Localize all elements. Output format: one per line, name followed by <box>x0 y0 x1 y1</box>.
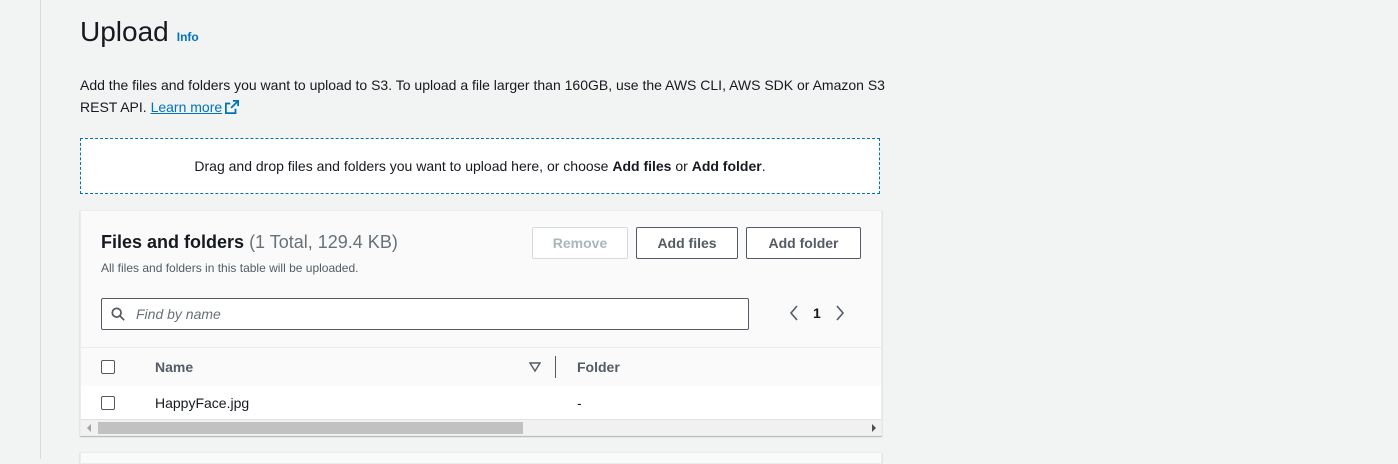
current-page-number[interactable]: 1 <box>813 305 821 321</box>
files-and-folders-panel: Files and folders (1 Total, 129.4 KB) Al… <box>80 210 882 436</box>
pagination: 1 <box>789 303 845 323</box>
remove-button[interactable]: Remove <box>532 227 628 259</box>
row-checkbox[interactable] <box>101 396 115 410</box>
dropzone-prefix: Drag and drop files and folders you want… <box>194 158 613 174</box>
search-icon <box>102 307 134 321</box>
column-header-folder[interactable]: Folder <box>577 359 620 375</box>
info-link[interactable]: Info <box>177 30 199 44</box>
panel-actions: Remove Add files Add folder <box>532 227 861 259</box>
panel-file-count: (1 Total, 129.4 KB) <box>249 232 398 252</box>
upload-dropzone[interactable]: Drag and drop files and folders you want… <box>80 138 880 194</box>
dropzone-text: Drag and drop files and folders you want… <box>194 158 765 174</box>
add-files-button[interactable]: Add files <box>636 227 738 259</box>
scrollbar-thumb[interactable] <box>98 422 523 434</box>
panel-subtitle: All files and folders in this table will… <box>101 261 359 275</box>
select-all-checkbox[interactable] <box>101 360 115 374</box>
learn-more-label: Learn more <box>150 99 223 115</box>
column-resize-divider[interactable] <box>555 356 556 378</box>
row-folder: - <box>577 395 582 411</box>
table-row: HappyFace.jpg - <box>81 386 881 419</box>
scroll-left-icon[interactable] <box>87 424 91 432</box>
horizontal-scrollbar[interactable] <box>81 419 881 435</box>
dropzone-suffix: . <box>761 158 766 174</box>
dropzone-add-folder-emphasis: Add folder <box>691 158 762 174</box>
page-description: Add the files and folders you want to up… <box>80 74 890 118</box>
search-box[interactable] <box>101 298 749 330</box>
search-input[interactable] <box>134 305 738 323</box>
learn-more-link[interactable]: Learn more <box>151 99 240 115</box>
column-header-name[interactable]: Name <box>155 359 193 375</box>
panel-title: Files and folders (1 Total, 129.4 KB) <box>101 231 398 253</box>
row-file-name: HappyFace.jpg <box>155 395 250 411</box>
external-link-icon <box>225 100 240 114</box>
scroll-right-icon[interactable] <box>872 424 876 432</box>
table-header-row: Name Folder <box>81 347 881 387</box>
dropzone-add-files-emphasis: Add files <box>612 158 672 174</box>
panel-header: Files and folders (1 Total, 129.4 KB) Al… <box>101 231 398 275</box>
sort-desc-icon[interactable] <box>528 360 542 376</box>
page-header: Upload Info <box>80 14 199 50</box>
chevron-left-icon[interactable] <box>789 303 799 323</box>
page-title: Upload <box>80 16 169 47</box>
panel-title-text: Files and folders <box>101 232 245 252</box>
left-navigation-rail <box>0 0 41 459</box>
dropzone-or: or <box>671 158 692 174</box>
chevron-right-icon[interactable] <box>835 303 845 323</box>
next-section-panel <box>80 452 882 464</box>
add-folder-button[interactable]: Add folder <box>746 227 861 259</box>
